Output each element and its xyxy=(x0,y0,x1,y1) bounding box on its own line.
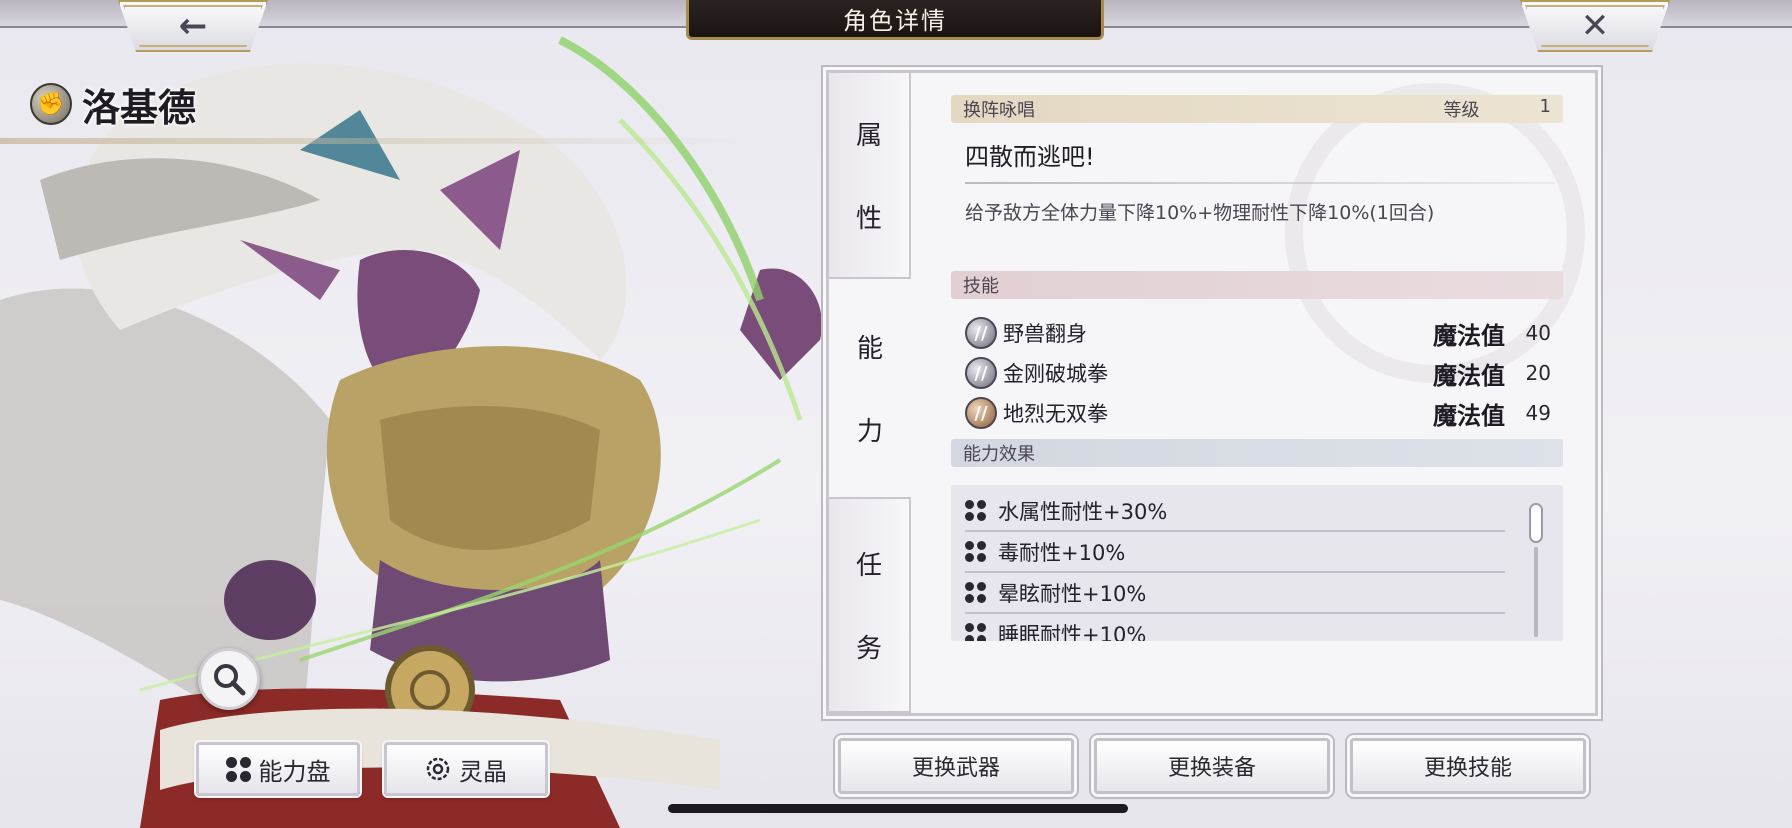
tab-attributes[interactable]: 属 性 xyxy=(829,73,911,279)
page-title: 角色详情 xyxy=(843,7,947,35)
mp-label: 魔法值 xyxy=(1433,321,1505,350)
tab-abilities-char-1: 能 xyxy=(856,334,883,364)
effect-item: 毒耐性+10% xyxy=(965,532,1505,573)
scroll-thumb[interactable] xyxy=(1529,503,1543,543)
close-button[interactable]: ✕ xyxy=(1520,0,1670,52)
mp-label: 魔法值 xyxy=(1433,401,1505,430)
search-icon xyxy=(214,664,246,696)
tab-abilities[interactable]: 能 力 xyxy=(829,279,911,499)
skill-name: 金刚破城拳 xyxy=(1003,362,1108,386)
mp-value: 49 xyxy=(1525,401,1551,425)
ability-node-icon xyxy=(965,500,986,521)
effects-list[interactable]: 水属性耐性+30% 毒耐性+10% 晕眩耐性+10% 睡眠耐性+10% xyxy=(951,485,1563,641)
tab-tasks-char-1: 任 xyxy=(855,551,882,581)
back-button[interactable]: ← xyxy=(118,0,268,52)
effects-section-header: 能力效果 xyxy=(951,439,1563,467)
detail-panel: 属 性 能 力 任 务 换阵咏唱 等级 1 四散而逃吧! 给予敌方全体力量下降1… xyxy=(826,70,1598,716)
effect-text: 水属性耐性+30% xyxy=(998,499,1168,524)
gear-icon xyxy=(426,757,450,781)
ability-content: 换阵咏唱 等级 1 四散而逃吧! 给予敌方全体力量下降10%+物理耐性下降10%… xyxy=(951,95,1563,641)
mp-value: 40 xyxy=(1525,321,1551,345)
chant-description: 给予敌方全体力量下降10%+物理耐性下降10%(1回合) xyxy=(965,202,1435,224)
effect-text: 毒耐性+10% xyxy=(998,540,1126,565)
skill-claw-icon: // xyxy=(965,357,997,389)
tab-tasks[interactable]: 任 务 xyxy=(829,499,911,713)
effect-item: 水属性耐性+30% xyxy=(965,491,1505,532)
skill-row[interactable]: // 金刚破城拳 魔法值 20 xyxy=(951,353,1563,393)
back-arrow-icon: ← xyxy=(178,6,208,46)
character-name: 洛基德 xyxy=(82,85,197,130)
skill-list: // 野兽翻身 魔法值 40 // 金刚破城拳 魔法值 20 // 地烈无双拳 … xyxy=(951,313,1563,433)
tab-attributes-char-2: 性 xyxy=(855,204,882,234)
side-tabs: 属 性 能 力 任 务 xyxy=(829,73,911,713)
ability-board-icon xyxy=(225,756,251,782)
chant-section-header: 换阵咏唱 等级 1 xyxy=(951,95,1563,123)
chant-divider xyxy=(965,182,1555,184)
skill-row[interactable]: // 野兽翻身 魔法值 40 xyxy=(951,313,1563,353)
ability-node-icon xyxy=(965,582,986,603)
level-label: 等级 xyxy=(1443,100,1480,121)
spirit-crystal-button[interactable]: 灵晶 xyxy=(384,742,548,796)
effect-text: 晕眩耐性+10% xyxy=(998,581,1147,606)
skill-name: 地烈无双拳 xyxy=(1003,402,1108,426)
page-title-plate: 角色详情 xyxy=(686,0,1104,40)
mp-label: 魔法值 xyxy=(1433,361,1505,390)
chant-title: 四散而逃吧! xyxy=(965,143,1095,171)
character-name-row: ✊ 洛基德 xyxy=(30,76,196,132)
effect-item: 睡眠耐性+10% xyxy=(965,614,1505,641)
change-equipment-button[interactable]: 更换装备 xyxy=(1094,738,1330,794)
ability-board-button[interactable]: 能力盘 xyxy=(196,742,360,796)
tab-abilities-char-2: 力 xyxy=(856,417,883,447)
tab-tasks-char-2: 务 xyxy=(855,634,882,664)
spirit-crystal-label: 灵晶 xyxy=(459,757,507,786)
ability-node-icon xyxy=(965,623,986,641)
scroll-track xyxy=(1534,547,1538,637)
level-value: 1 xyxy=(1539,96,1551,117)
effect-item: 晕眩耐性+10% xyxy=(965,573,1505,614)
chant-level: 等级 1 xyxy=(1444,96,1551,122)
skills-section-header: 技能 xyxy=(951,271,1563,299)
fist-icon: ✊ xyxy=(30,83,72,125)
change-skill-button[interactable]: 更换技能 xyxy=(1350,738,1586,794)
tab-attributes-char-1: 属 xyxy=(855,121,882,151)
skill-name: 野兽翻身 xyxy=(1003,322,1087,346)
name-underline-decoration xyxy=(0,138,760,144)
ability-node-icon xyxy=(965,541,986,562)
zoom-art-button[interactable] xyxy=(198,648,260,710)
home-indicator[interactable] xyxy=(668,804,1128,813)
skills-section-label: 技能 xyxy=(963,276,999,297)
effects-section-label: 能力效果 xyxy=(963,444,1035,465)
chant-section-label: 换阵咏唱 xyxy=(963,100,1035,121)
close-icon: ✕ xyxy=(1580,6,1610,46)
effects-scrollbar[interactable] xyxy=(1529,503,1543,637)
skill-row[interactable]: // 地烈无双拳 魔法值 49 xyxy=(951,393,1563,433)
skill-claw-icon: // xyxy=(965,317,997,349)
effect-text: 睡眠耐性+10% xyxy=(998,622,1147,642)
mp-value: 20 xyxy=(1525,361,1551,385)
change-weapon-button[interactable]: 更换武器 xyxy=(838,738,1074,794)
ability-board-label: 能力盘 xyxy=(258,757,331,786)
skill-claw-icon: // xyxy=(965,397,997,429)
